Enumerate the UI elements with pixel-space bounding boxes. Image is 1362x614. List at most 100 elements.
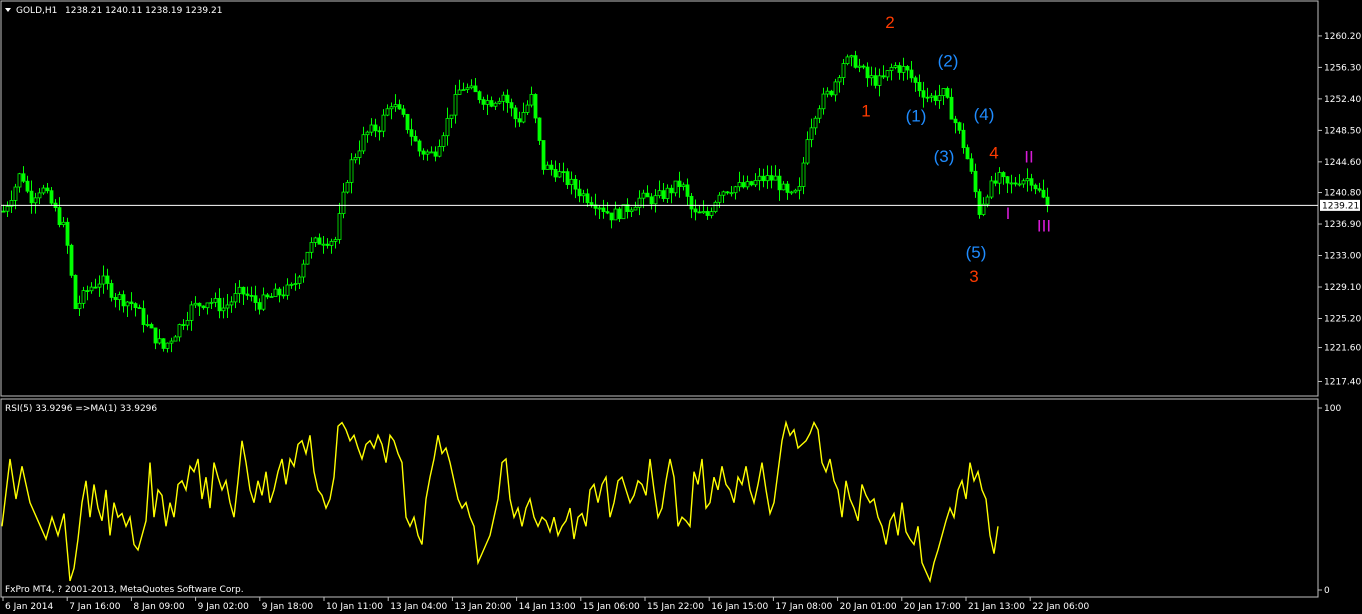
candle <box>909 69 914 79</box>
time-tick-label: 9 Jan 18:00 <box>262 602 314 612</box>
candle <box>13 186 18 201</box>
candle <box>521 112 526 123</box>
candle <box>133 303 138 308</box>
candle <box>529 94 534 106</box>
candle <box>1 210 6 213</box>
candle <box>117 294 122 300</box>
candle <box>969 158 974 172</box>
candle <box>825 90 830 95</box>
rsi-line[interactable] <box>1 419 999 584</box>
price-tick-label: 1240.80 <box>1324 189 1361 199</box>
candle <box>761 175 766 182</box>
candle <box>621 204 626 220</box>
candle <box>501 94 506 102</box>
candle <box>697 211 702 214</box>
candle <box>33 197 38 204</box>
candle <box>105 275 110 284</box>
candle <box>373 124 378 132</box>
candle <box>845 56 850 64</box>
time-tick-label: 13 Jan 20:00 <box>454 602 511 612</box>
candle <box>945 88 950 98</box>
wave-label: (4) <box>974 105 995 124</box>
wave-label: (2) <box>938 52 959 71</box>
candle <box>649 196 654 205</box>
chart-window[interactable]: 1260.20 1256.30 1252.40 1248.50 1244.60 1240.… <box>0 0 1362 614</box>
time-axis: 6 Jan 2014 7 Jan 16:00 8 Jan 09:00 9 Jan 02… <box>2 597 1089 612</box>
candle <box>405 113 410 131</box>
wave-label: (1) <box>906 106 927 125</box>
candle <box>861 65 866 68</box>
candle <box>821 93 826 110</box>
time-tick-label: 9 Jan 02:00 <box>198 602 250 612</box>
candlestick-series[interactable] <box>1 50 1050 353</box>
candle <box>473 85 478 93</box>
candle <box>469 85 474 89</box>
candle <box>1029 178 1034 186</box>
candle <box>125 301 130 307</box>
wave-label: 4 <box>989 144 998 163</box>
candle <box>541 140 546 170</box>
candle <box>345 182 350 193</box>
candle <box>589 202 594 206</box>
candle <box>733 186 738 194</box>
candle <box>1017 183 1022 186</box>
candle <box>401 108 406 115</box>
candle <box>857 65 862 68</box>
candle <box>557 171 562 178</box>
candle <box>885 70 890 78</box>
candle <box>121 294 126 307</box>
candle <box>725 191 730 194</box>
triangle-down-icon[interactable] <box>5 8 11 12</box>
time-tick-label: 20 Jan 17:00 <box>904 602 961 612</box>
time-tick-label: 17 Jan 08:00 <box>775 602 832 612</box>
candle <box>953 118 958 124</box>
candle <box>185 320 190 326</box>
price-tick-label: 1244.60 <box>1324 158 1361 168</box>
candle <box>201 305 206 309</box>
candle <box>57 207 62 226</box>
price-tick-label: 1236.90 <box>1324 220 1361 230</box>
candle <box>913 77 918 83</box>
candle <box>693 208 698 213</box>
candle <box>601 207 606 212</box>
ohlc-readout: 1238.21 1240.11 1238.19 1239.21 <box>65 6 222 16</box>
candle <box>685 184 690 197</box>
wave-label: (5) <box>966 243 987 262</box>
candle <box>513 107 518 120</box>
candle <box>1025 178 1030 182</box>
candle <box>73 274 78 310</box>
time-tick-label: 16 Jan 15:00 <box>711 602 768 612</box>
candle <box>917 82 922 92</box>
candle <box>569 178 574 186</box>
candle <box>921 90 926 98</box>
candle <box>629 209 634 213</box>
candle <box>437 146 442 157</box>
candle <box>561 171 566 174</box>
candle <box>321 243 326 246</box>
candle <box>497 100 502 104</box>
rsi-tick-label: 100 <box>1324 404 1341 414</box>
candle <box>269 296 274 299</box>
candle <box>221 307 226 312</box>
candle <box>789 191 794 194</box>
candle <box>657 190 662 197</box>
candle <box>181 324 186 326</box>
price-tick-label: 1260.20 <box>1324 32 1361 42</box>
candle <box>797 186 802 191</box>
candle <box>509 102 514 109</box>
candle <box>665 187 670 199</box>
candle <box>773 175 778 181</box>
candle <box>89 286 94 292</box>
candle <box>161 338 166 349</box>
candle <box>1009 182 1014 185</box>
price-pane-frame <box>0 0 1319 397</box>
candle <box>425 151 430 155</box>
candle <box>993 180 998 184</box>
candle <box>853 55 858 68</box>
candle <box>357 150 362 158</box>
candle <box>721 191 726 196</box>
candle <box>409 129 414 137</box>
candle <box>485 100 490 105</box>
candle <box>49 190 54 204</box>
candle <box>985 196 990 205</box>
